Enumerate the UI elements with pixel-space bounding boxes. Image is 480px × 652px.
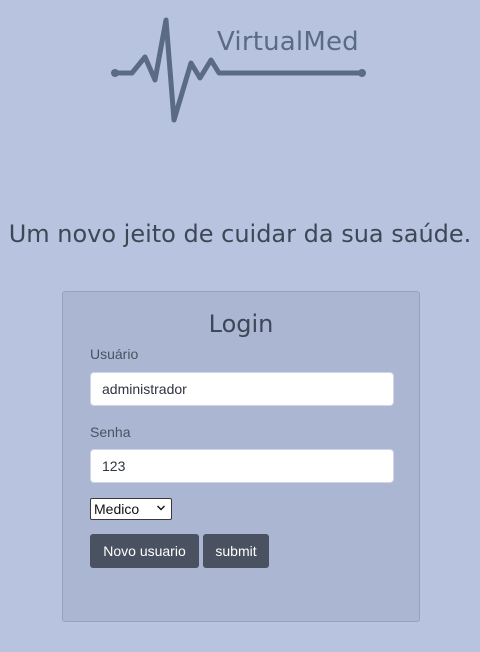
role-select[interactable]: Medico <box>90 498 172 520</box>
submit-button[interactable]: submit <box>203 534 269 568</box>
password-input[interactable] <box>90 449 394 483</box>
login-title: Login <box>208 310 274 338</box>
username-label: Usuário <box>90 346 139 362</box>
login-card: Login Usuário Senha Medico Novo usuario … <box>62 291 420 622</box>
chevron-down-icon <box>157 505 165 511</box>
role-select-value: Medico <box>94 501 140 517</box>
brand-name: VirtualMed <box>217 27 359 57</box>
tagline: Um novo jeito de cuidar da sua saúde. <box>8 220 472 248</box>
new-user-button[interactable]: Novo usuario <box>90 534 199 568</box>
password-label: Senha <box>90 424 131 440</box>
username-input[interactable] <box>90 372 394 406</box>
